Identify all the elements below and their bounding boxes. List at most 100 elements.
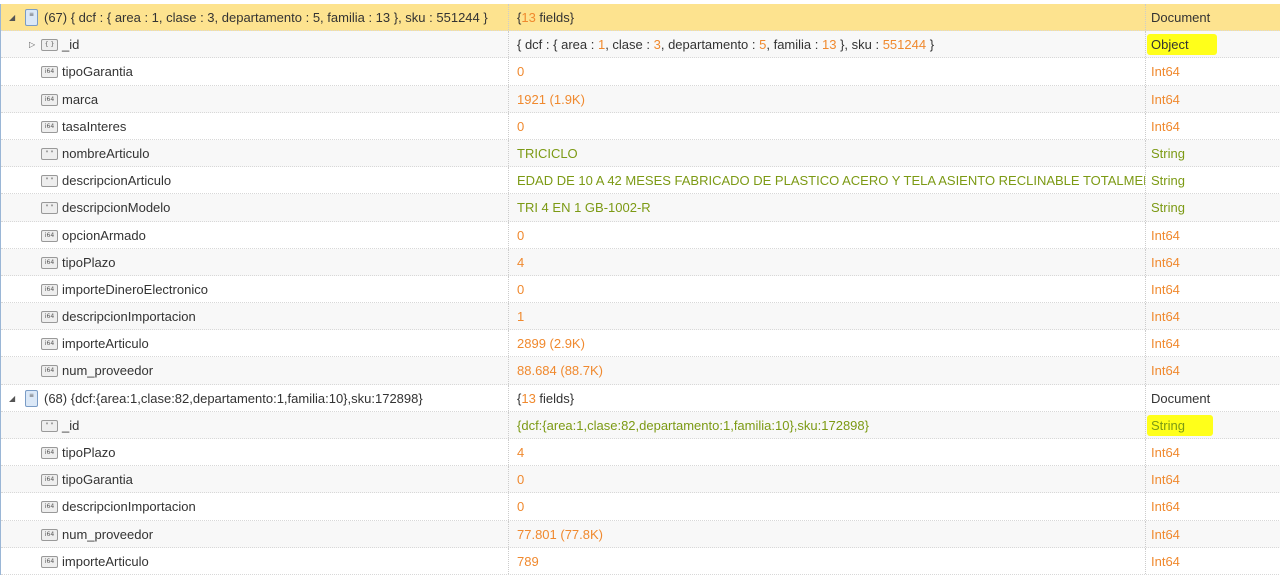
value-segment: { dcf : { area :	[517, 37, 598, 53]
value-segment: EDAD DE 10 A 42 MESES FABRICADO DE PLAST…	[517, 173, 1146, 189]
field-key: (68) {dcf:{area:1,clase:82,departamento:…	[44, 390, 423, 406]
field-name-cell: i64 num_proveedor	[1, 357, 509, 384]
field-type: String	[1151, 145, 1185, 161]
field-type-cell: Int64	[1146, 330, 1280, 356]
field-row[interactable]: i64 importeDineroElectronico 0 Int64	[1, 275, 1280, 304]
value-segment: , departamento :	[660, 37, 760, 53]
field-type: String	[1151, 200, 1185, 216]
value-segment: 88.684 (88.7K)	[517, 363, 604, 379]
field-type: Int64	[1151, 254, 1180, 270]
field-value-cell: EDAD DE 10 A 42 MESES FABRICADO DE PLAST…	[509, 167, 1146, 194]
field-value-cell: { dcf : { area : 1, clase : 3, departame…	[509, 31, 1146, 58]
int64-icon: i64	[41, 283, 58, 296]
document-icon: ≡	[25, 389, 38, 407]
field-row[interactable]: i64 tasaInteres 0 Int64	[1, 112, 1280, 140]
field-name-cell: i64 importeArticulo	[1, 547, 509, 574]
value-segment: 3	[653, 37, 661, 53]
field-value-cell: 0	[509, 466, 1146, 493]
field-key: tipoGarantia	[62, 64, 133, 80]
field-key: nombreArticulo	[62, 145, 150, 161]
object-icon: { }	[41, 39, 58, 52]
field-key: tipoPlazo	[62, 445, 116, 460]
int64-icon: i64	[41, 93, 58, 106]
document-row[interactable]: ◢ ≡ (68) {dcf:{area:1,clase:82,departament…	[1, 384, 1280, 412]
field-row[interactable]: i64 descripcionImportacion 1 Int64	[1, 303, 1280, 331]
field-type-cell: Int64	[1146, 466, 1280, 492]
field-value-cell: {dcf:{area:1,clase:82,departamento:1,fam…	[509, 411, 1146, 438]
field-row[interactable]: " " _id {dcf:{area:1,clase:82,departamento…	[1, 411, 1280, 439]
int64-icon: i64	[41, 66, 58, 79]
value-segment: fields}	[535, 10, 575, 25]
field-name-cell: i64 tipoPlazo	[1, 439, 509, 466]
field-row[interactable]: i64 tipoPlazo 4 Int64	[1, 439, 1280, 467]
field-type: Int64	[1151, 499, 1180, 515]
int64-icon: i64	[41, 365, 58, 378]
field-name-cell: ◢ ≡ (68) {dcf:{area:1,clase:82,departament…	[1, 384, 509, 411]
field-key: descripcionModelo	[62, 200, 171, 216]
field-key: importeDineroElectronico	[62, 281, 208, 297]
field-type-cell: Int64	[1146, 113, 1280, 139]
field-key: tipoPlazo	[62, 254, 116, 270]
field-row[interactable]: i64 importeArticulo 2899 (2.9K) Int64	[1, 330, 1280, 358]
field-type: Document	[1151, 390, 1211, 406]
int64-icon: i64	[41, 447, 58, 459]
field-type-cell: Object	[1146, 31, 1280, 57]
field-row[interactable]: i64 descripcionImportacion 0 Int64	[1, 493, 1280, 521]
field-row[interactable]: " " nombreArticulo TRICICLO String	[1, 139, 1280, 168]
field-type-cell: Int64	[1146, 276, 1280, 302]
field-name-cell: i64 opcionArmado	[1, 221, 509, 248]
field-row[interactable]: i64 importeArticulo 789 Int64	[1, 547, 1280, 575]
document-tree-view: ◢ ≡ (67) { dcf : { area : 1, clase : 3, de…	[0, 4, 1280, 575]
field-type: Int64	[1151, 118, 1180, 134]
field-type: Int64	[1151, 363, 1180, 379]
value-segment: 13	[821, 37, 837, 53]
string-icon: " "	[41, 202, 58, 215]
field-value-cell: 2899 (2.9K)	[509, 330, 1146, 357]
field-row[interactable]: i64 opcionArmado 0 Int64	[1, 221, 1280, 249]
field-value-cell: 1921 (1.9K)	[509, 85, 1146, 112]
field-row[interactable]: i64 num_proveedor 77.801 (77.8K) Int64	[1, 520, 1280, 548]
field-value-cell: {13 fields}	[509, 384, 1146, 411]
expand-triangle-icon[interactable]: ◢	[9, 4, 15, 30]
field-type-cell: Document	[1146, 4, 1280, 30]
field-key: opcionArmado	[62, 227, 146, 243]
field-type-cell: Int64	[1146, 86, 1280, 112]
field-value-cell: 0	[509, 58, 1146, 85]
field-type: Int64	[1151, 309, 1180, 325]
field-name-cell: i64 marca	[1, 85, 509, 112]
field-type-cell: String	[1146, 194, 1280, 220]
value-segment: 0	[517, 472, 525, 488]
field-name-cell: ◢ ≡ (67) { dcf : { area : 1, clase : 3, de…	[1, 4, 509, 31]
collapse-triangle-icon[interactable]: ▷	[29, 31, 35, 57]
value-segment: 13	[521, 390, 536, 406]
field-value-cell: 4	[509, 248, 1146, 275]
field-name-cell: i64 tasaInteres	[1, 112, 509, 139]
value-segment: }	[926, 37, 935, 53]
expand-triangle-icon[interactable]: ◢	[9, 385, 15, 411]
field-name-cell: i64 importeArticulo	[1, 330, 509, 357]
field-key: marca	[62, 91, 99, 107]
field-value-cell: TRI 4 EN 1 GB-1002-R	[509, 194, 1146, 221]
value-segment: 789	[517, 553, 539, 569]
field-type-cell: Int64	[1146, 58, 1280, 84]
field-value-cell: 789	[509, 547, 1146, 574]
value-segment: 1	[517, 309, 525, 325]
field-type: Int64	[1151, 64, 1180, 80]
field-row[interactable]: " " descripcionModelo TRI 4 EN 1 GB-1002-R…	[1, 194, 1280, 222]
field-row[interactable]: i64 num_proveedor 88.684 (88.7K) Int64	[1, 357, 1280, 385]
field-type-cell: Int64	[1146, 222, 1280, 248]
field-row[interactable]: ▷ { } _id { dcf : { area : 1, clase : 3, de…	[1, 31, 1280, 59]
field-row[interactable]: i64 tipoGarantia 0 Int64	[1, 58, 1280, 86]
value-segment: 77.801 (77.8K)	[517, 526, 604, 542]
field-type: Int64	[1151, 445, 1180, 460]
field-type-cell: Int64	[1146, 439, 1280, 465]
field-value-cell: 77.801 (77.8K)	[509, 520, 1146, 547]
field-row[interactable]: i64 tipoPlazo 4 Int64	[1, 248, 1280, 276]
document-row[interactable]: ◢ ≡ (67) { dcf : { area : 1, clase : 3, de…	[1, 4, 1280, 32]
field-row[interactable]: i64 tipoGarantia 0 Int64	[1, 466, 1280, 494]
value-segment: 0	[517, 64, 525, 80]
field-row[interactable]: i64 marca 1921 (1.9K) Int64	[1, 85, 1280, 113]
field-row[interactable]: " " descripcionArticulo EDAD DE 10 A 42 ME…	[1, 167, 1280, 195]
field-value-cell: 4	[509, 439, 1146, 466]
field-type: String	[1151, 173, 1185, 189]
